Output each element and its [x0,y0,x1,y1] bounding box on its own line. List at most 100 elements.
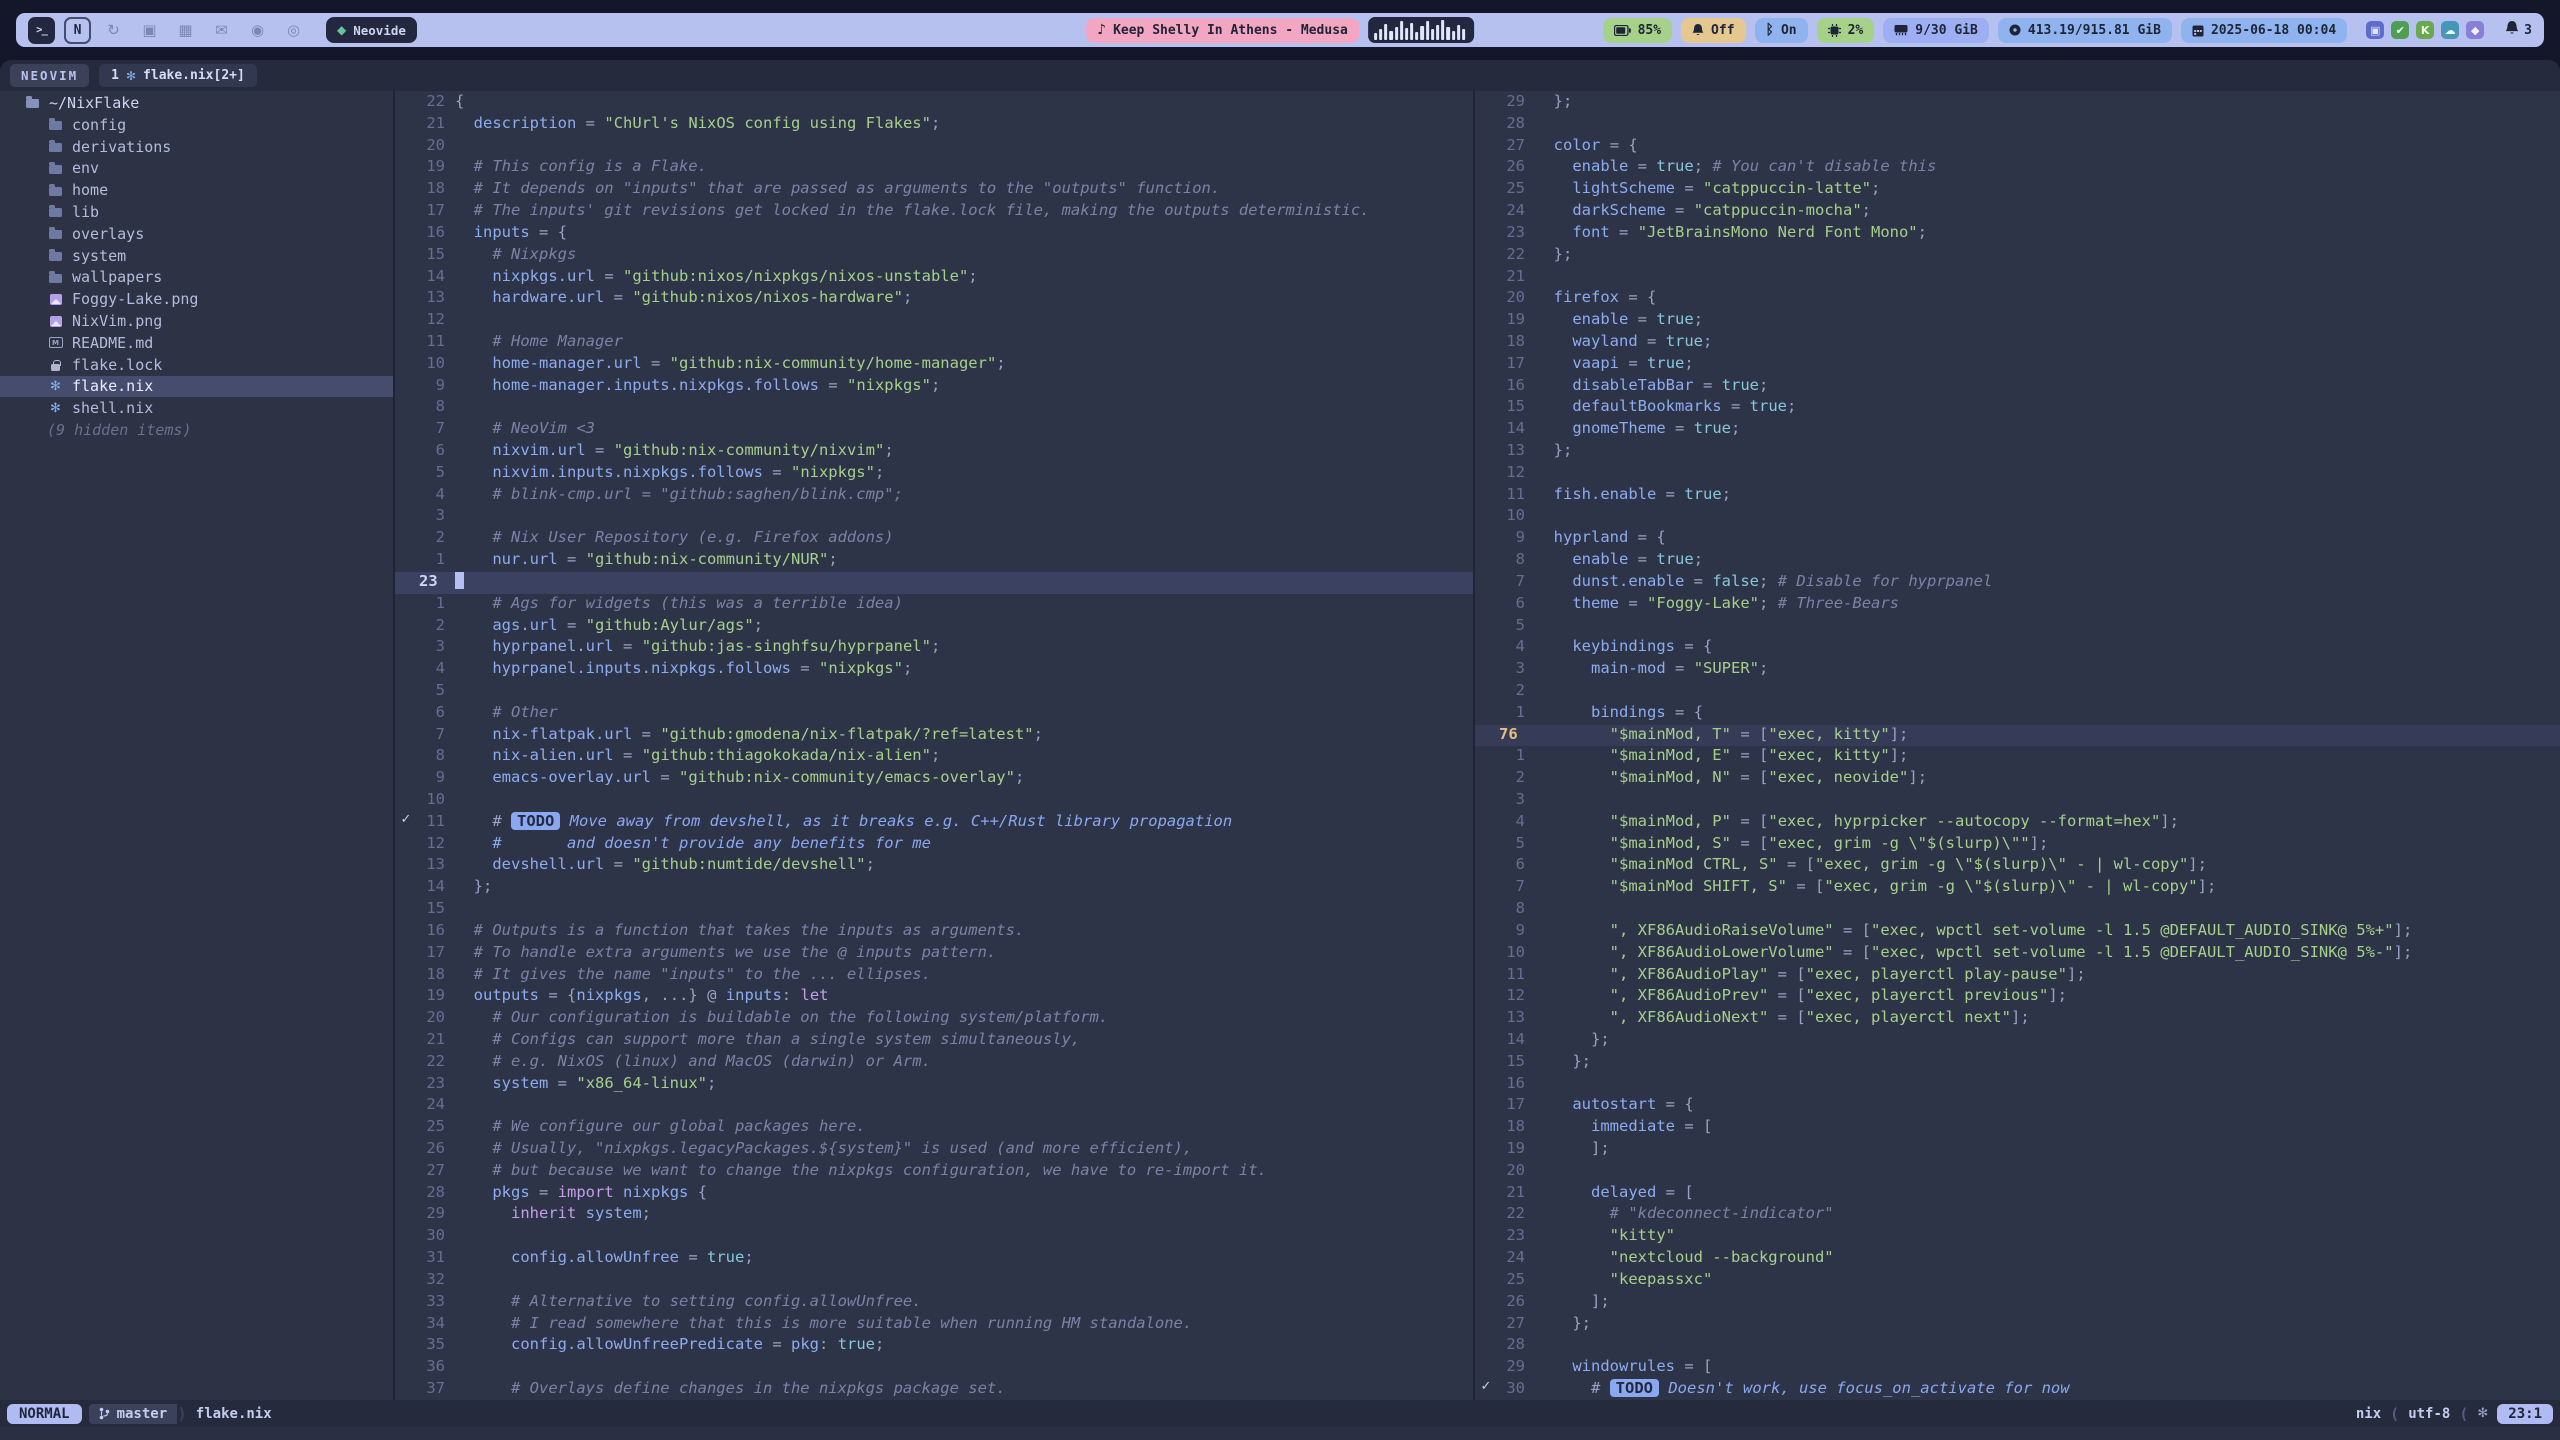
code-line[interactable]: 17 # The inputs' git revisions get locke… [395,201,1473,223]
tray-icon-applet[interactable]: ◆ [2466,21,2484,39]
code-line[interactable]: 15 # Nixpkgs [395,245,1473,267]
code-line[interactable]: 1 "$mainMod, E" = ["exec, kitty"]; [1475,746,2560,768]
code-line[interactable]: 19 enable = true; [1475,310,2560,332]
workspace-ws-3[interactable]: ↻ [100,17,127,44]
code-line[interactable]: 19 # This config is a Flake. [395,157,1473,179]
code-line[interactable]: 30 [395,1226,1473,1248]
code-line[interactable]: 15 [395,899,1473,921]
workspace-ws-6[interactable]: ✉ [208,17,235,44]
code-line[interactable]: 28 [1475,1335,2560,1357]
tree-item-nixvim-png[interactable]: NixVim.png [0,310,393,332]
code-line[interactable]: 24 darkScheme = "catppuccin-mocha"; [1475,201,2560,223]
tray-icon-keepassxc[interactable]: K [2416,21,2434,39]
code-line[interactable]: 21 delayed = [ [1475,1183,2560,1205]
code-line[interactable]: 4 keybindings = { [1475,637,2560,659]
workspace-ws-4[interactable]: ▣ [136,17,163,44]
tray-icon-nextcloud[interactable]: ☁ [2441,21,2459,39]
code-line[interactable]: 4 "$mainMod, P" = ["exec, hyprpicker --a… [1475,812,2560,834]
code-line[interactable]: 15 }; [1475,1052,2560,1074]
code-line[interactable]: 9 hyprland = { [1475,528,2560,550]
code-line[interactable]: 27 # but because we want to change the n… [395,1161,1473,1183]
code-line[interactable]: 11 fish.enable = true; [1475,485,2560,507]
tree-item-config[interactable]: config [0,114,393,136]
code-line[interactable]: 9 emacs-overlay.url = "github:nix-commun… [395,768,1473,790]
tree-item-derivations[interactable]: derivations [0,136,393,158]
status-chip-bluetooth[interactable]: ᛒOn [1755,18,1808,43]
status-chip-clock[interactable]: 2025-06-18 00:04 [2181,18,2347,43]
workspace-terminal[interactable]: >_ [28,17,55,44]
status-chip-memory[interactable]: 9/30 GiB [1883,18,1989,43]
code-line[interactable]: 29 inherit system; [395,1204,1473,1226]
code-line[interactable]: 10 ", XF86AudioLowerVolume" = ["exec, wp… [1475,943,2560,965]
code-line[interactable]: 6 # Other [395,703,1473,725]
code-line[interactable]: 3 main-mod = "SUPER"; [1475,659,2560,681]
code-line[interactable]: 24 [395,1095,1473,1117]
workspace-neovim[interactable]: N [64,17,91,44]
tray-icon-display[interactable]: ▣ [2366,21,2384,39]
status-chip-disk[interactable]: 413.19/915.81 GiB [1998,18,2172,43]
code-line[interactable]: 5 nixvim.inputs.nixpkgs.follows = "nixpk… [395,463,1473,485]
code-line[interactable]: 26 ]; [1475,1292,2560,1314]
code-line[interactable]: 23 [395,572,1473,594]
code-line[interactable]: 2 ags.url = "github:Aylur/ags"; [395,616,1473,638]
code-line[interactable]: 11 ", XF86AudioPlay" = ["exec, playerctl… [1475,965,2560,987]
code-line[interactable]: ✓11 # TODO Move away from devshell, as i… [395,812,1473,834]
code-line[interactable]: 12 [1475,463,2560,485]
code-line[interactable]: 10 [1475,506,2560,528]
code-line[interactable]: 28 pkgs = import nixpkgs { [395,1183,1473,1205]
code-line[interactable]: 1 nur.url = "github:nix-community/NUR"; [395,550,1473,572]
code-line[interactable]: 5 [1475,616,2560,638]
code-line[interactable]: 19 outputs = {nixpkgs, ...} @ inputs: le… [395,986,1473,1008]
workspace-ws-8[interactable]: ◎ [280,17,307,44]
tree-root[interactable]: ~/NixFlake [0,92,393,114]
tree-item-overlays[interactable]: overlays [0,223,393,245]
tree-item-foggy-lake-png[interactable]: Foggy-Lake.png [0,288,393,310]
code-line[interactable]: 12 # and doesn't provide any benefits fo… [395,834,1473,856]
code-line[interactable]: 26 enable = true; # You can't disable th… [1475,157,2560,179]
code-line[interactable]: 20 # Our configuration is buildable on t… [395,1008,1473,1030]
code-line[interactable]: 33 # Alternative to setting config.allow… [395,1292,1473,1314]
code-line[interactable]: 23 font = "JetBrainsMono Nerd Font Mono"… [1475,223,2560,245]
notification-bell[interactable]: 3 [2505,21,2532,40]
media-player-chip[interactable]: ♪ Keep Shelly In Athens - Medusa [1086,18,1359,43]
code-line[interactable]: 34 # I read somewhere that this is more … [395,1314,1473,1336]
status-chip-cpu[interactable]: 2% [1817,18,1875,43]
code-line[interactable]: 16 [1475,1074,2560,1096]
code-line[interactable]: 25 # We configure our global packages he… [395,1117,1473,1139]
code-line[interactable]: 3 [1475,790,2560,812]
code-line[interactable]: 1 bindings = { [1475,703,2560,725]
code-line[interactable]: 8 nix-alien.url = "github:thiagokokada/n… [395,746,1473,768]
code-line[interactable]: 18 # It depends on "inputs" that are pas… [395,179,1473,201]
code-line[interactable]: 22 }; [1475,245,2560,267]
code-line[interactable]: 3 [395,506,1473,528]
tree-item-flake-nix[interactable]: ✻flake.nix [0,376,393,398]
code-line[interactable]: 19 ]; [1475,1139,2560,1161]
code-line[interactable]: 37 # Overlays define changes in the nixp… [395,1379,1473,1400]
code-line[interactable]: 10 [395,790,1473,812]
tree-item-flake-lock[interactable]: flake.lock [0,354,393,376]
code-line[interactable]: 20 firefox = { [1475,288,2560,310]
code-line[interactable]: 8 [1475,899,2560,921]
code-line[interactable]: 36 [395,1357,1473,1379]
code-line[interactable]: 3 hyprpanel.url = "github:jas-singhfsu/h… [395,637,1473,659]
code-line[interactable]: 22 # e.g. NixOS (linux) and MacOS (darwi… [395,1052,1473,1074]
code-line[interactable]: 17 # To handle extra arguments we use th… [395,943,1473,965]
code-line[interactable]: 16 inputs = { [395,223,1473,245]
status-chip-notifications[interactable]: Off [1681,18,1745,43]
code-line[interactable]: ✓30 # TODO Doesn't work, use focus_on_ac… [1475,1379,2560,1400]
code-line[interactable]: 1 # Ags for widgets (this was a terrible… [395,594,1473,616]
code-line[interactable]: 28 [1475,114,2560,136]
code-line[interactable]: 4 # blink-cmp.url = "github:saghen/blink… [395,485,1473,507]
code-line[interactable]: 6 nixvim.url = "github:nix-community/nix… [395,441,1473,463]
code-line[interactable]: 11 # Home Manager [395,332,1473,354]
code-line[interactable]: 7 # NeoVim <3 [395,419,1473,441]
code-line[interactable]: 26 # Usually, "nixpkgs.legacyPackages.${… [395,1139,1473,1161]
code-line[interactable]: 20 [395,136,1473,158]
code-line[interactable]: 21 # Configs can support more than a sin… [395,1030,1473,1052]
tray-icon-updates[interactable]: ✔ [2391,21,2409,39]
code-line[interactable]: 27 }; [1475,1314,2560,1336]
code-line[interactable]: 9 home-manager.inputs.nixpkgs.follows = … [395,376,1473,398]
workspace-ws-5[interactable]: ▦ [172,17,199,44]
code-line[interactable]: 23 "kitty" [1475,1226,2560,1248]
code-line[interactable]: 12 ", XF86AudioPrev" = ["exec, playerctl… [1475,986,2560,1008]
